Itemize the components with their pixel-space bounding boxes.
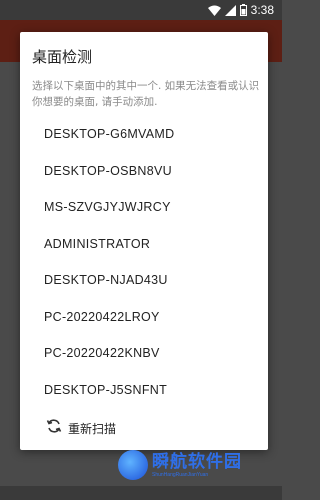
watermark-subtitle: ShunHangRuanJianYuan [152,471,209,478]
watermark-logo-icon [118,450,148,480]
rescan-button[interactable]: 重新扫描 [46,418,116,438]
watermark-text: 瞬航软件园 ShunHangRuanJianYuan [152,452,242,479]
machine-item[interactable]: DESKTOP-NJAD43U [20,262,268,299]
machine-item[interactable]: DESKTOP-G6MVAMD [20,116,268,153]
machine-item[interactable]: PC-20220422LROY [20,299,268,336]
dialog-title: 桌面检测 [32,48,93,66]
machine-item[interactable]: DESKTOP-OSBN8VU [20,153,268,190]
status-bar: 3:38 [0,0,282,20]
dialog-description: 选择以下桌面中的其中一个. 如果无法查看或认识你想要的桌面, 请手动添加. [32,80,260,108]
battery-icon [239,4,247,16]
signal-icon [224,4,236,16]
refresh-icon [46,418,62,438]
status-icons: 3:38 [207,3,274,17]
status-time: 3:38 [250,3,274,17]
machine-item[interactable]: PC-20220422KNBV [20,335,268,372]
navigation-bar [0,486,282,500]
desktop-detect-dialog: 桌面检测 选择以下桌面中的其中一个. 如果无法查看或认识你想要的桌面, 请手动添… [20,32,268,450]
machine-item[interactable]: MS-SZVGJYJWJRCY [20,189,268,226]
rescan-label: 重新扫描 [68,421,117,436]
watermark-title: 瞬航软件园 [152,451,242,472]
wifi-icon [207,5,221,16]
machine-list: DESKTOP-G6MVAMD DESKTOP-OSBN8VU MS-SZVGJ… [20,116,268,408]
machine-item[interactable]: DESKTOP-J5SNFNT [20,372,268,409]
machine-item[interactable]: ADMINISTRATOR [20,226,268,263]
watermark: 瞬航软件园 ShunHangRuanJianYuan [118,450,242,480]
